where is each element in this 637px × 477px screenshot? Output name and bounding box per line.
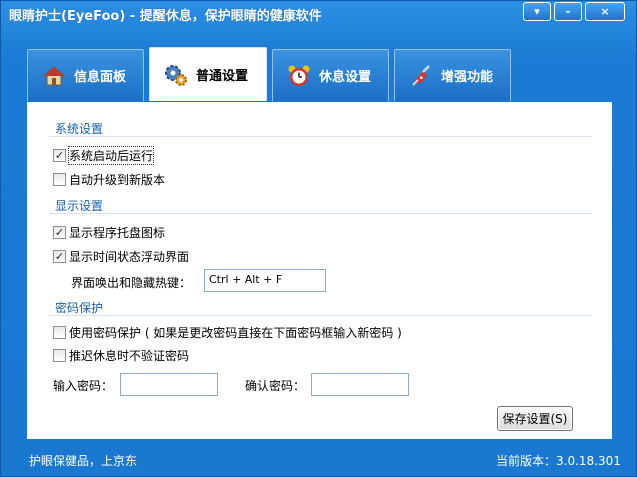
hotkey-input[interactable]: Ctrl + Alt + F <box>204 269 326 292</box>
save-settings-button[interactable]: 保存设置(S) <box>497 406 573 431</box>
section-divider <box>49 315 592 316</box>
check-icon[interactable]: ✓ <box>53 249 66 263</box>
checkbox-autostart[interactable]: ✓ 系统启动后运行 <box>53 145 155 165</box>
checkbox-tray-icon[interactable]: ✓ 显示程序托盘图标 <box>53 224 165 240</box>
house-icon <box>42 64 66 88</box>
settings-panel: 系统设置 ✓ 系统启动后运行 自动升级到新版本 显示设置 ✓ 显示程序托盘图标 … <box>27 102 612 439</box>
checkbox-postpone-no-verify[interactable]: 推迟休息时不验证密码 <box>53 347 189 363</box>
chevron-down-icon: ▾ <box>534 5 540 18</box>
swiss-knife-icon <box>409 64 433 88</box>
check-icon[interactable]: ✓ <box>53 225 66 239</box>
section-title-system: 系统设置 <box>55 122 104 136</box>
window-title: 眼睛护士(EyeFoo) - 提醒休息，保护眼睛的健康软件 <box>9 9 322 24</box>
password-input[interactable] <box>120 373 218 396</box>
tab-label: 休息设置 <box>319 70 372 85</box>
checkbox-use-password[interactable]: 使用密码保护 ( 如果是更改密码直接在下面密码框输入新密码 ) <box>53 324 402 340</box>
tab-enhanced-features[interactable]: 增强功能 <box>394 49 511 101</box>
hotkey-label: 界面唤出和隐藏热键： <box>71 276 192 290</box>
version-text: 当前版本：3.0.18.301 <box>496 454 621 468</box>
confirm-password-input[interactable] <box>311 373 409 396</box>
checkbox-label: 使用密码保护 ( 如果是更改密码直接在下面密码框输入新密码 ) <box>69 325 402 340</box>
checkbox-float-ui[interactable]: ✓ 显示时间状态浮动界面 <box>53 248 189 264</box>
minimize-icon: – <box>565 5 571 18</box>
tab-general-settings[interactable]: 普通设置 <box>149 47 267 101</box>
password-label: 输入密码： <box>53 379 114 393</box>
promo-link[interactable]: 护眼保健品，上京东 <box>29 452 137 469</box>
tab-label: 普通设置 <box>196 69 249 84</box>
checkbox-label: 显示程序托盘图标 <box>69 225 166 240</box>
checkbox-label: 推迟休息时不验证密码 <box>69 348 190 363</box>
tab-label: 增强功能 <box>441 70 494 85</box>
tab-rest-settings[interactable]: 休息设置 <box>272 49 389 101</box>
checkbox-autoupdate[interactable]: 自动升级到新版本 <box>53 171 165 187</box>
gears-icon <box>164 63 188 87</box>
check-icon[interactable]: ✓ <box>53 148 66 162</box>
menu-button[interactable]: ▾ <box>523 2 551 21</box>
section-title-password: 密码保护 <box>55 301 104 315</box>
tab-info-panel[interactable]: 信息面板 <box>27 49 144 101</box>
app-window: 眼睛护士(EyeFoo) - 提醒休息，保护眼睛的健康软件 ▾ – × 信息面板 <box>0 0 637 477</box>
checkbox-label: 自动升级到新版本 <box>69 172 166 187</box>
title-bar[interactable]: 眼睛护士(EyeFoo) - 提醒休息，保护眼睛的健康软件 ▾ – × <box>1 1 636 27</box>
checkbox-box[interactable] <box>53 325 66 339</box>
checkbox-box[interactable] <box>53 348 66 362</box>
section-title-display: 显示设置 <box>55 199 104 213</box>
checkbox-label: 显示时间状态浮动界面 <box>69 249 190 264</box>
checkbox-box[interactable] <box>53 172 66 186</box>
section-divider <box>49 213 592 214</box>
close-icon: × <box>600 5 610 18</box>
section-divider <box>49 136 592 137</box>
confirm-password-label: 确认密码： <box>245 379 306 393</box>
close-button[interactable]: × <box>585 2 625 21</box>
checkbox-label: 系统启动后运行 <box>67 145 155 165</box>
tab-label: 信息面板 <box>74 70 127 85</box>
alarm-clock-icon <box>287 64 311 88</box>
minimize-button[interactable]: – <box>554 2 582 21</box>
